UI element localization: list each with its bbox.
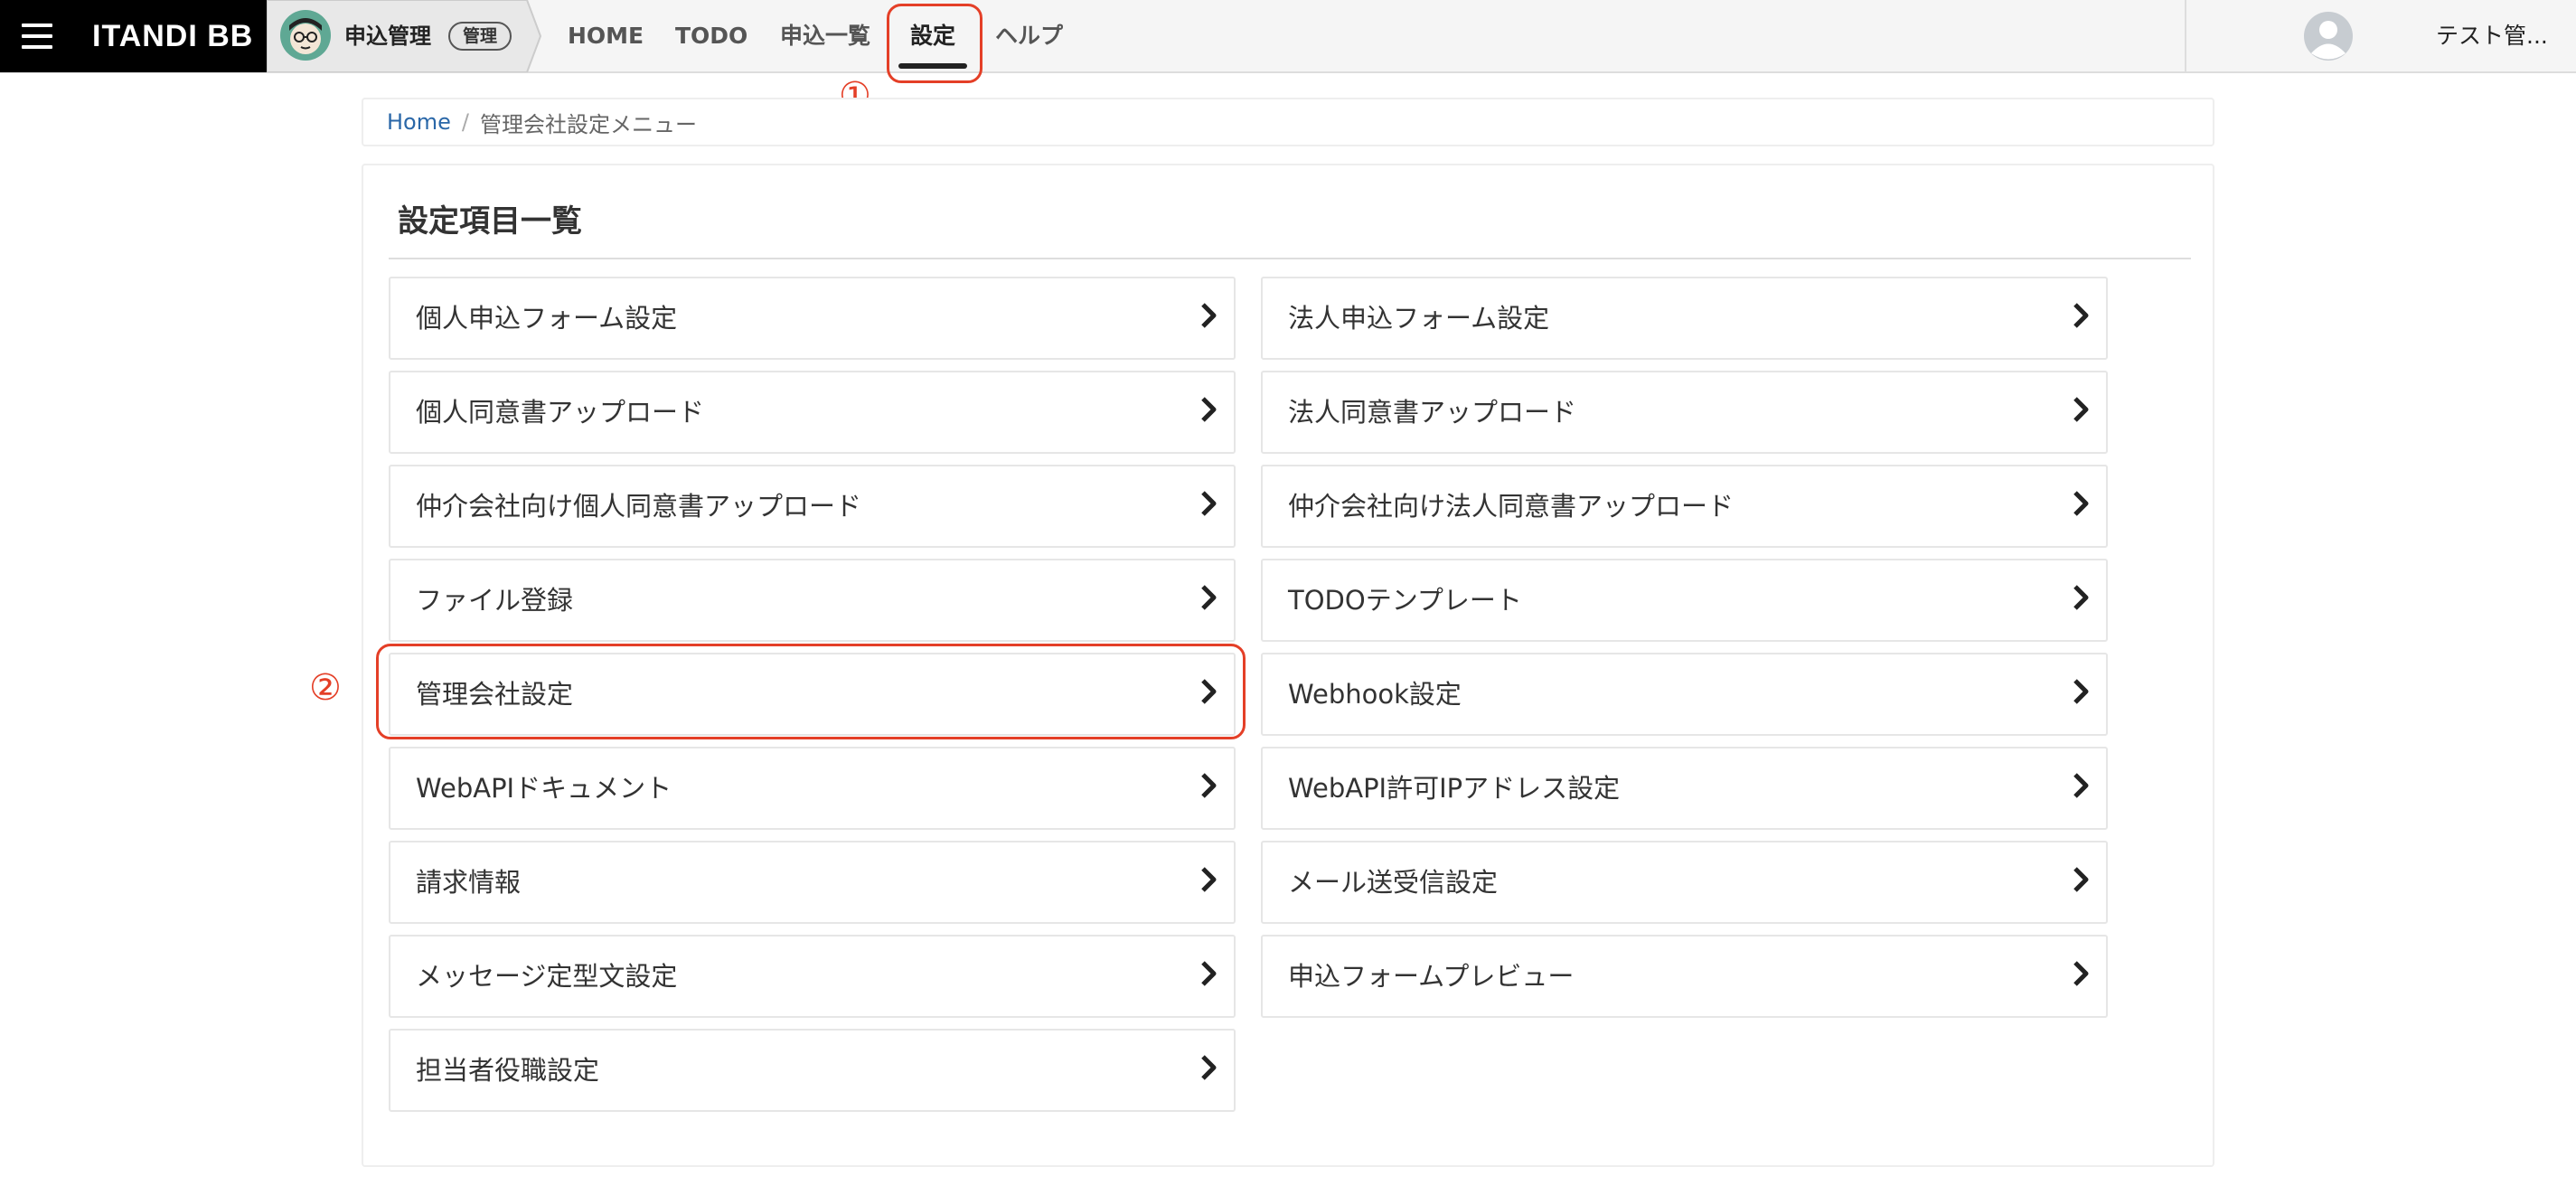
chevron-right-icon — [1201, 961, 1217, 986]
chevron-right-icon — [1201, 773, 1217, 798]
nav-application-list[interactable]: 申込一覧 — [780, 0, 870, 72]
chevron-right-icon — [2073, 961, 2089, 986]
breadcrumb: Home / 管理会社設定メニュー — [362, 98, 2214, 146]
app-mascot-icon — [280, 10, 331, 61]
menu-item-billing-info[interactable]: 請求情報 — [389, 841, 1236, 924]
header-divider — [2185, 0, 2186, 72]
menu-item-label: 法人同意書アップロード — [1288, 397, 1577, 428]
menu-item-label: 個人同意書アップロード — [416, 397, 705, 428]
menu-item-webapi-docs[interactable]: WebAPIドキュメント — [389, 747, 1236, 830]
menu-item-webapi-ip-settings[interactable]: WebAPI許可IPアドレス設定 — [1261, 747, 2108, 830]
app-role-badge: 管理 — [448, 22, 512, 51]
chevron-right-icon — [1201, 397, 1217, 422]
nav-help[interactable]: ヘルプ — [995, 0, 1063, 72]
chevron-right-icon — [1201, 585, 1217, 610]
menu-item-corporate-consent-upload[interactable]: 法人同意書アップロード — [1261, 371, 2108, 454]
menu-item-form-preview[interactable]: 申込フォームプレビュー — [1261, 935, 2108, 1018]
menu-item-todo-template[interactable]: TODOテンプレート — [1261, 559, 2108, 642]
app-logo[interactable]: ITANDI BB — [74, 0, 267, 72]
menu-item-label: メール送受信設定 — [1288, 867, 1499, 898]
menu-item-label: メッセージ定型文設定 — [416, 961, 678, 992]
chevron-right-icon — [2073, 773, 2089, 798]
hamburger-menu-icon[interactable] — [0, 0, 74, 72]
menu-item-message-templates[interactable]: メッセージ定型文設定 — [389, 935, 1236, 1018]
menu-item-label: 仲介会社向け法人同意書アップロード — [1288, 491, 1735, 522]
title-divider — [389, 258, 2191, 259]
chevron-right-icon — [2073, 585, 2089, 610]
menu-item-label: 個人申込フォーム設定 — [416, 303, 678, 334]
menu-item-individual-consent-upload[interactable]: 個人同意書アップロード — [389, 371, 1236, 454]
chevron-right-icon — [1201, 303, 1217, 328]
chevron-right-icon — [1201, 1055, 1217, 1080]
chevron-right-icon — [2073, 303, 2089, 328]
menu-item-label: WebAPIドキュメント — [416, 773, 672, 804]
menu-item-individual-form[interactable]: 個人申込フォーム設定 — [389, 277, 1236, 360]
breadcrumb-separator: / — [461, 109, 469, 135]
menu-item-label: TODOテンプレート — [1288, 585, 1522, 616]
annotation-number-2: ② — [309, 667, 342, 709]
chevron-right-icon — [1201, 491, 1217, 516]
menu-item-webhook-settings[interactable]: Webhook設定 — [1261, 653, 2108, 736]
app-switcher[interactable]: 申込管理 管理 — [267, 0, 542, 72]
menu-item-label: 請求情報 — [416, 867, 522, 898]
chevron-right-icon — [1201, 867, 1217, 892]
top-header: ITANDI BB 申込管理 管理 HOME TODO 申込一覧 設定 ヘルプ … — [0, 0, 2576, 73]
chevron-right-icon — [2073, 491, 2089, 516]
page-title: 設定項目一覧 — [398, 203, 582, 240]
menu-item-label: ファイル登録 — [416, 585, 574, 616]
user-name[interactable]: テスト管... — [2436, 0, 2548, 72]
user-avatar-icon[interactable] — [2303, 11, 2354, 61]
menu-item-broker-corporate-consent-upload[interactable]: 仲介会社向け法人同意書アップロード — [1261, 465, 2108, 548]
nav-todo[interactable]: TODO — [675, 0, 747, 72]
menu-item-corporate-form[interactable]: 法人申込フォーム設定 — [1261, 277, 2108, 360]
menu-item-file-registration[interactable]: ファイル登録 — [389, 559, 1236, 642]
menu-item-label: 法人申込フォーム設定 — [1288, 303, 1550, 334]
breadcrumb-home-link[interactable]: Home — [387, 109, 451, 135]
menu-item-label: Webhook設定 — [1288, 679, 1462, 710]
nav-home[interactable]: HOME — [568, 0, 644, 72]
menu-item-label: WebAPI許可IPアドレス設定 — [1288, 773, 1621, 804]
chevron-right-icon — [2073, 397, 2089, 422]
menu-item-mail-settings[interactable]: メール送受信設定 — [1261, 841, 2108, 924]
annotation-box-1 — [887, 4, 982, 83]
annotation-box-2 — [376, 644, 1246, 739]
menu-item-label: 担当者役職設定 — [416, 1055, 600, 1086]
chevron-right-icon — [2073, 867, 2089, 892]
chevron-right-icon — [2073, 679, 2089, 704]
app-name: 申込管理 — [344, 24, 431, 49]
menu-item-label: 仲介会社向け個人同意書アップロード — [416, 491, 862, 522]
menu-item-staff-position-settings[interactable]: 担当者役職設定 — [389, 1029, 1236, 1112]
menu-item-label: 申込フォームプレビュー — [1288, 961, 1575, 992]
breadcrumb-current: 管理会社設定メニュー — [479, 111, 697, 137]
menu-item-broker-individual-consent-upload[interactable]: 仲介会社向け個人同意書アップロード — [389, 465, 1236, 548]
